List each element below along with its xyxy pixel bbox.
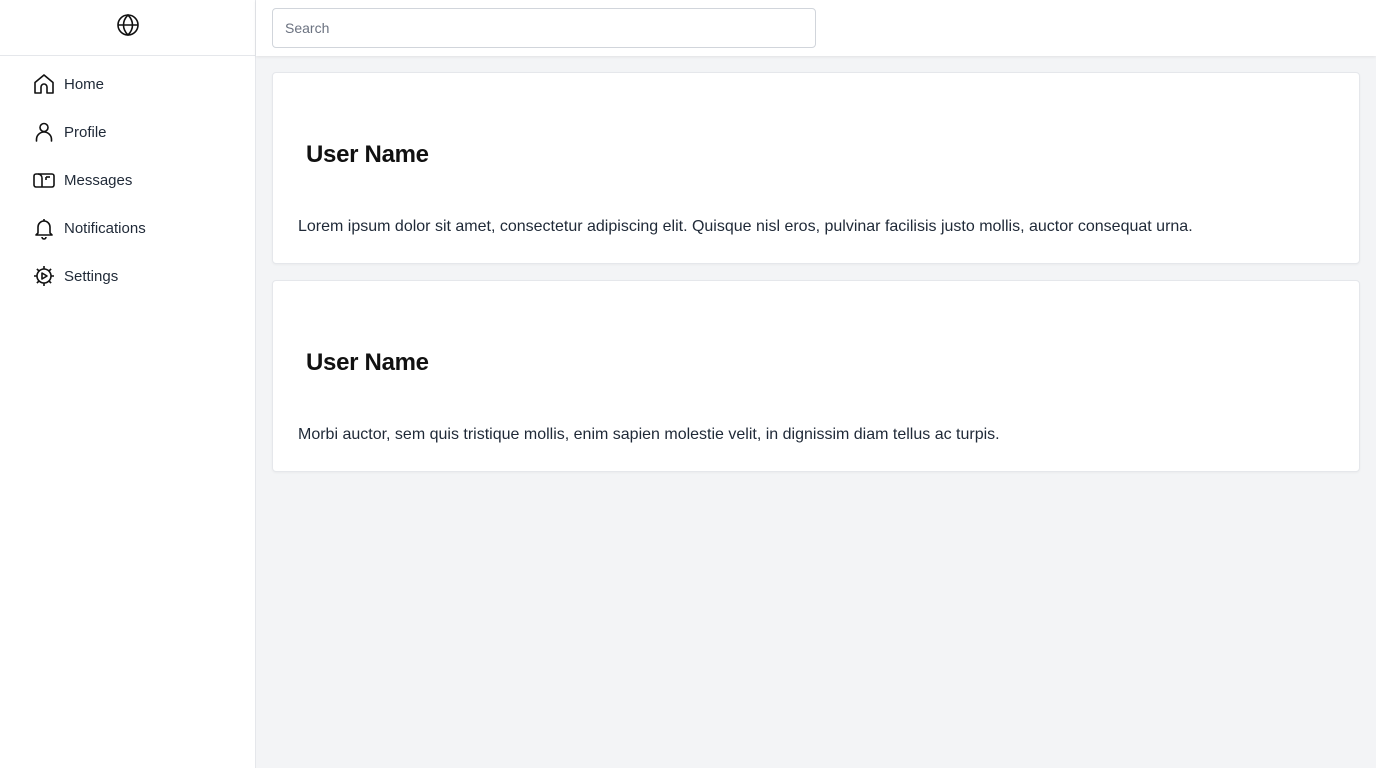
home-icon bbox=[32, 72, 56, 96]
feed: User Name Lorem ipsum dolor sit amet, co… bbox=[272, 72, 1360, 488]
top-bar bbox=[256, 0, 1376, 56]
sidebar-item-messages[interactable]: Messages bbox=[0, 156, 255, 204]
sidebar-nav: Home Profile Messages Notifications Sett… bbox=[0, 56, 255, 300]
post-card: User Name Lorem ipsum dolor sit amet, co… bbox=[272, 72, 1360, 264]
globe-icon[interactable] bbox=[116, 13, 140, 42]
sidebar-item-label: Notifications bbox=[64, 219, 146, 237]
post-author: User Name bbox=[306, 349, 429, 376]
post-text: Lorem ipsum dolor sit amet, consectetur … bbox=[298, 218, 1193, 235]
sidebar-item-label: Profile bbox=[64, 123, 107, 141]
sidebar-item-label: Settings bbox=[64, 267, 119, 285]
sidebar: Home Profile Messages Notifications Sett… bbox=[0, 0, 256, 768]
gear-icon bbox=[32, 264, 56, 288]
sidebar-item-profile[interactable]: Profile bbox=[0, 108, 255, 156]
sidebar-item-settings[interactable]: Settings bbox=[0, 252, 255, 300]
user-icon bbox=[32, 120, 56, 144]
post-card: User Name Morbi auctor, sem quis tristiq… bbox=[272, 280, 1360, 472]
post-author: User Name bbox=[306, 141, 429, 168]
search-input[interactable] bbox=[272, 8, 816, 48]
sidebar-item-label: Home bbox=[64, 75, 105, 93]
mailbox-icon bbox=[32, 168, 56, 192]
logo-bar bbox=[0, 0, 255, 56]
sidebar-item-label: Messages bbox=[64, 171, 133, 189]
bell-icon bbox=[32, 216, 56, 240]
sidebar-item-notifications[interactable]: Notifications bbox=[0, 204, 255, 252]
post-text: Morbi auctor, sem quis tristique mollis,… bbox=[298, 426, 1000, 443]
sidebar-item-home[interactable]: Home bbox=[0, 60, 255, 108]
